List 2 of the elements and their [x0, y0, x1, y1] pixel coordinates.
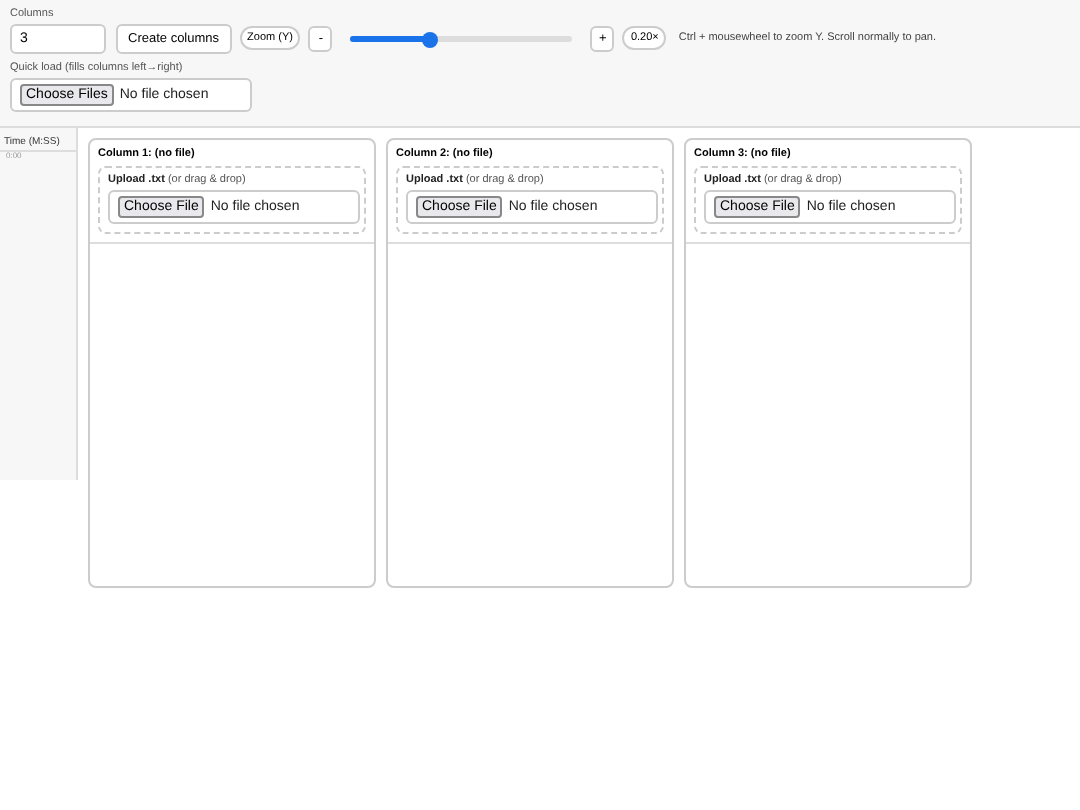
slider-thumb[interactable] — [422, 31, 439, 47]
zoom-slider[interactable] — [350, 36, 573, 42]
